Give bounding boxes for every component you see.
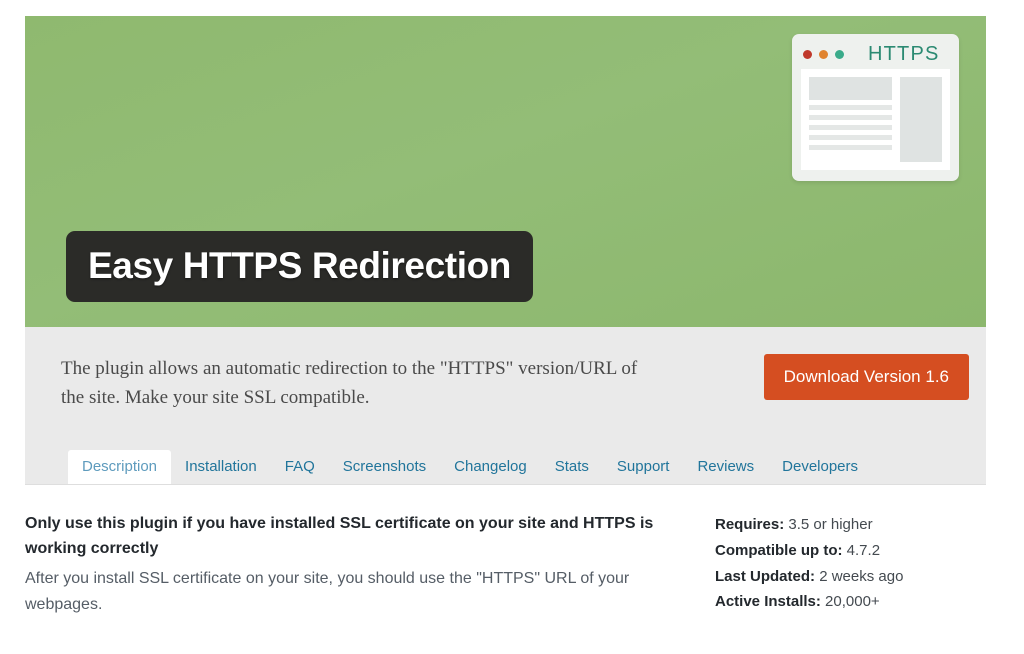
mockup-hero-block [809, 77, 892, 100]
mockup-main-column [809, 77, 892, 162]
plugin-meta-sidebar: Requires: 3.5 or higher Compatible up to… [715, 512, 986, 617]
mockup-text-line [809, 125, 892, 130]
tab-screenshots[interactable]: Screenshots [329, 450, 440, 484]
tab-faq[interactable]: FAQ [271, 450, 329, 484]
plugin-header-meta: The plugin allows an automatic redirecti… [25, 327, 986, 485]
meta-value: 2 weeks ago [819, 567, 904, 585]
tab-description[interactable]: Description [68, 450, 172, 484]
tab-stats[interactable]: Stats [541, 450, 603, 484]
plugin-tabs: Description Installation FAQ Screenshots… [68, 450, 872, 484]
minimize-dot-icon [819, 49, 828, 59]
tab-developers[interactable]: Developers [768, 450, 872, 484]
maximize-dot-icon [835, 49, 844, 59]
close-dot-icon [803, 49, 812, 59]
mockup-text-line [809, 145, 892, 150]
browser-mockup-viewport [801, 69, 950, 170]
download-button[interactable]: Download Version 1.6 [763, 354, 969, 400]
browser-mockup-titlebar: HTTPS [801, 43, 950, 65]
mockup-text-line [809, 115, 892, 120]
browser-mockup-icon: HTTPS [792, 34, 959, 181]
plugin-short-description: The plugin allows an automatic redirecti… [61, 358, 638, 408]
https-label: HTTPS [868, 43, 940, 65]
tab-support[interactable]: Support [603, 450, 684, 484]
tab-installation[interactable]: Installation [171, 450, 271, 484]
meta-row-requires: Requires: 3.5 or higher [715, 512, 986, 538]
mockup-text-line [809, 135, 892, 140]
content-heading: Only use this plugin if you have install… [25, 515, 654, 557]
meta-value: 3.5 or higher [788, 516, 873, 533]
plugin-title: Easy HTTPS Redirection [66, 231, 533, 302]
plugin-banner: HTTPS Easy HTTPS Redirection [25, 16, 986, 327]
meta-value: 4.7.2 [846, 541, 881, 559]
content-paragraph: After you install SSL certificate on you… [25, 569, 630, 613]
plugin-header: HTTPS Easy HTTPS Redirection The plugin … [25, 16, 986, 485]
plugin-title-wrapper: Easy HTTPS Redirection [66, 231, 533, 302]
meta-row-compatible: Compatible up to: 4.7.2 [715, 538, 986, 564]
plugin-content: Only use this plugin if you have install… [25, 512, 986, 617]
meta-row-active-installs: Active Installs: 20,000+ [715, 589, 986, 615]
plugin-page: HTTPS Easy HTTPS Redirection The plugin … [0, 0, 1024, 654]
mockup-text-line [809, 105, 892, 110]
meta-label: Last Updated: [715, 567, 816, 585]
meta-label: Active Installs: [715, 593, 821, 611]
tab-changelog[interactable]: Changelog [440, 450, 541, 484]
browser-window-dots [803, 49, 844, 59]
tab-reviews[interactable]: Reviews [683, 450, 768, 484]
mockup-sidebar-block [900, 77, 942, 162]
plugin-description-body: Only use this plugin if you have install… [25, 512, 715, 617]
meta-label: Requires: [715, 516, 785, 533]
meta-row-last-updated: Last Updated: 2 weeks ago [715, 564, 986, 590]
meta-value: 20,000+ [825, 593, 880, 611]
meta-label: Compatible up to: [715, 541, 843, 559]
